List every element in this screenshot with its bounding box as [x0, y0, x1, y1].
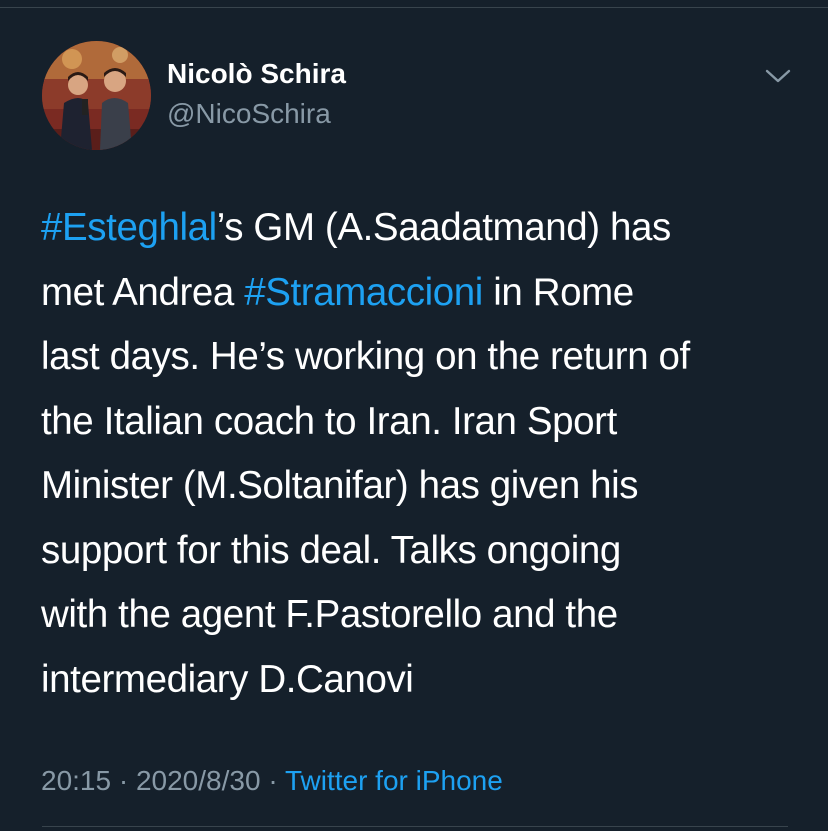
tweet-text-segment: in Rome last days. He’s working on the r… [41, 270, 690, 701]
hashtag-esteghlal[interactable]: #Esteghlal [41, 206, 217, 249]
tweet-menu-button[interactable] [758, 60, 798, 92]
chevron-down-icon [765, 69, 791, 83]
top-divider [0, 7, 828, 8]
tweet-time[interactable]: 20:15 [41, 765, 111, 796]
tweet-source-link[interactable]: Twitter for iPhone [285, 765, 503, 796]
bottom-divider [42, 826, 788, 827]
meta-separator: · [260, 765, 285, 796]
user-handle[interactable]: @NicoSchira [167, 96, 346, 132]
avatar-photo [42, 41, 151, 150]
avatar[interactable] [42, 41, 151, 150]
hashtag-stramaccioni[interactable]: #Stramaccioni [244, 271, 483, 314]
tweet-meta: 20:15 · 2020/8/30 · Twitter for iPhone [41, 761, 503, 801]
tweet-text: #Esteghlal’s GM (A.Saadatmand) has met A… [41, 196, 811, 712]
display-name[interactable]: Nicolò Schira [167, 56, 346, 92]
user-info[interactable]: Nicolò Schira @NicoSchira [167, 56, 346, 132]
meta-separator: · [111, 765, 136, 796]
tweet-date[interactable]: 2020/8/30 [136, 765, 261, 796]
